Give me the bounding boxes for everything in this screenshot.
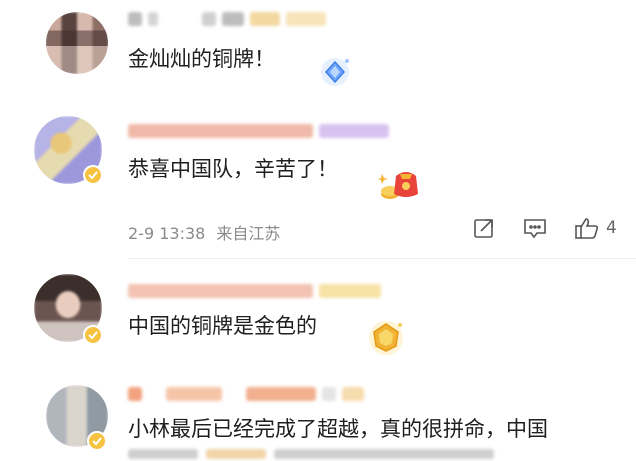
comment-item: 金灿灿的铜牌！ — [0, 0, 636, 100]
comment-text: 恭喜中国队，辛苦了！ — [128, 157, 338, 181]
username-blurred[interactable] — [128, 8, 326, 30]
verified-badge-icon — [83, 325, 103, 349]
username-blurred[interactable] — [128, 280, 381, 302]
avatar[interactable] — [46, 12, 108, 74]
comment-meta: 2-9 13:38 来自江苏 — [128, 220, 280, 244]
comment-item: 中国的铜牌是金色的 — [0, 260, 636, 375]
comment-actions: 4 — [446, 216, 617, 240]
comment-text: 金灿灿的铜牌！ — [128, 47, 275, 71]
like-button[interactable]: 4 — [574, 216, 617, 240]
share-icon — [472, 216, 496, 240]
comment-button[interactable] — [522, 216, 548, 240]
lucky-bag-icon — [378, 166, 424, 206]
username-blurred[interactable] — [128, 383, 364, 405]
thumbs-up-icon — [574, 216, 600, 240]
divider — [128, 258, 636, 259]
comment-icon — [522, 216, 548, 240]
like-count: 4 — [606, 218, 617, 238]
comment-item: 恭喜中国队，辛苦了！ 2-9 13:38 来自江苏 4 — [0, 100, 636, 255]
verified-badge-icon — [83, 165, 103, 189]
share-button[interactable] — [472, 216, 496, 240]
verified-badge-icon — [87, 431, 107, 455]
comment-text: 中国的铜牌是金色的 — [128, 314, 317, 338]
comment-text: 小林最后已经完成了超越，真的很拼命，中国 — [128, 417, 548, 441]
username-blurred[interactable] — [128, 120, 389, 142]
comment-item: 小林最后已经完成了超越，真的很拼命，中国 — [0, 375, 636, 459]
diamond-sticker-icon — [318, 55, 352, 93]
comment-location: 来自江苏 — [216, 224, 281, 243]
comment-date: 2-9 13:38 — [128, 224, 206, 243]
gold-badge-icon — [366, 318, 406, 360]
comment-text-overflow-blurred — [128, 449, 528, 461]
